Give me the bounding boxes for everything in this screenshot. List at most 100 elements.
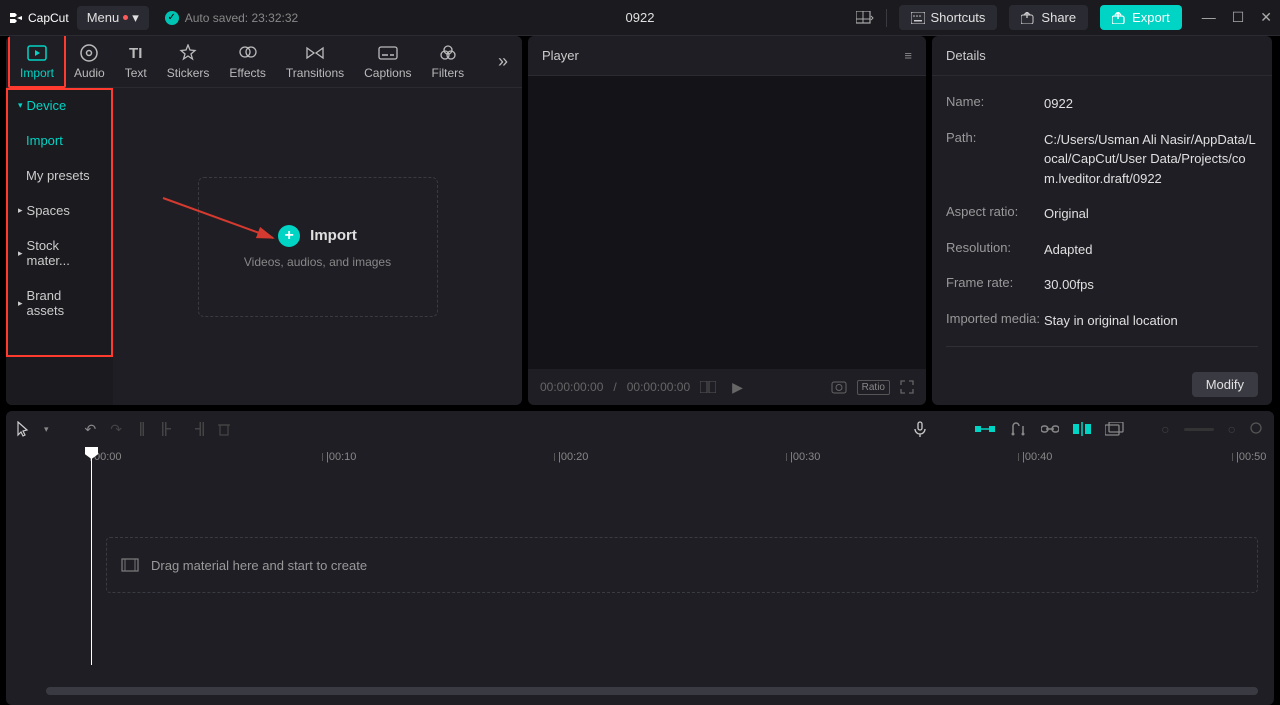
media-tabs: Import Audio TI Text Stickers Effects Tr…: [6, 36, 522, 88]
sidebar-item-presets[interactable]: My presets: [6, 158, 113, 193]
media-body: ▾Device Import My presets ▸Spaces ▸Stock…: [6, 88, 522, 405]
resolution-label: Resolution:: [946, 240, 1044, 260]
sidebar-item-stock[interactable]: ▸Stock mater...: [6, 228, 113, 278]
import-box[interactable]: + Import Videos, audios, and images: [198, 177, 438, 317]
shortcuts-button[interactable]: Shortcuts: [899, 5, 998, 30]
details-body: Name:0922 Path:C:/Users/Usman Ali Nasir/…: [932, 76, 1272, 364]
layout-icon[interactable]: [856, 11, 874, 25]
details-title: Details: [946, 48, 986, 63]
menu-button[interactable]: Menu ▾: [77, 6, 149, 30]
auto-snap-icon[interactable]: [1009, 422, 1027, 436]
audio-icon: [79, 43, 99, 63]
app-logo: CapCut: [8, 10, 69, 26]
share-button[interactable]: Share: [1009, 5, 1088, 30]
tab-audio[interactable]: Audio: [64, 37, 115, 86]
player-title: Player: [542, 48, 579, 63]
tool-dropdown-icon[interactable]: ▾: [44, 424, 49, 435]
timeline-drop-zone[interactable]: Drag material here and start to create: [106, 537, 1258, 593]
media-sidebar: ▾Device Import My presets ▸Spaces ▸Stock…: [6, 88, 113, 405]
delete-left-icon[interactable]: [162, 422, 176, 436]
player-header: Player ≡: [528, 36, 926, 76]
fullscreen-icon[interactable]: [900, 380, 914, 394]
tab-stickers[interactable]: Stickers: [157, 37, 220, 86]
tab-transitions[interactable]: Transitions: [276, 37, 354, 86]
media-panel: Import Audio TI Text Stickers Effects Tr…: [6, 36, 522, 405]
check-icon: ✓: [165, 11, 179, 25]
sidebar-item-spaces[interactable]: ▸Spaces: [6, 193, 113, 228]
sidebar-item-import[interactable]: Import: [6, 123, 113, 158]
timeline-ruler[interactable]: 00:00 |00:10 |00:20 |00:30 |00:40 |00:50: [6, 447, 1274, 469]
tab-import[interactable]: Import: [10, 37, 64, 86]
name-value: 0922: [1044, 94, 1258, 114]
import-label: Import: [310, 227, 357, 244]
ruler-tick: 00:00: [94, 451, 122, 463]
caret-down-icon: ▾: [18, 100, 23, 111]
ratio-button[interactable]: Ratio: [857, 380, 890, 395]
cover-icon[interactable]: [1105, 422, 1125, 436]
tab-text[interactable]: TI Text: [115, 37, 157, 86]
preview-axis-icon[interactable]: [1073, 422, 1091, 436]
zoom-out-icon[interactable]: ○: [1161, 421, 1169, 437]
text-icon: TI: [126, 43, 146, 63]
player-viewport[interactable]: [528, 76, 926, 369]
caret-right-icon: ▸: [18, 205, 23, 216]
import-subtitle: Videos, audios, and images: [244, 255, 391, 269]
path-value: C:/Users/Usman Ali Nasir/AppData/Local/C…: [1044, 130, 1258, 189]
aspect-value: Original: [1044, 204, 1258, 224]
sidebar-item-device[interactable]: ▾Device: [6, 88, 113, 123]
import-icon: [27, 43, 47, 63]
main-track-magnet-icon[interactable]: [975, 423, 995, 435]
window-controls: — ☐ ✕: [1202, 9, 1272, 26]
keyboard-icon: [911, 12, 925, 24]
undo-button[interactable]: ↶: [85, 421, 97, 438]
cursor-tool-icon[interactable]: [16, 421, 30, 437]
player-menu-icon[interactable]: ≡: [904, 48, 912, 63]
titlebar-right: Shortcuts Share Export — ☐ ✕: [856, 5, 1273, 30]
zoom-in-icon[interactable]: ○: [1228, 421, 1236, 437]
transitions-icon: [305, 43, 325, 63]
delete-icon[interactable]: [218, 422, 230, 436]
compare-icon[interactable]: [700, 381, 716, 393]
chevron-down-icon: ▾: [132, 10, 139, 26]
details-panel: Details Name:0922 Path:C:/Users/Usman Al…: [932, 36, 1272, 405]
delete-right-icon[interactable]: [190, 422, 204, 436]
mic-icon[interactable]: [913, 421, 927, 437]
minimize-button[interactable]: —: [1202, 9, 1216, 26]
zoom-fit-icon[interactable]: [1250, 422, 1264, 436]
captions-icon: [378, 43, 398, 63]
zoom-slider[interactable]: [1184, 428, 1214, 431]
tabs-more-button[interactable]: »: [488, 51, 518, 72]
close-button[interactable]: ✕: [1260, 9, 1272, 26]
share-icon: [1021, 12, 1035, 24]
fps-label: Frame rate:: [946, 275, 1044, 295]
split-icon[interactable]: [136, 422, 148, 436]
main-panels: Import Audio TI Text Stickers Effects Tr…: [0, 36, 1280, 405]
export-button[interactable]: Export: [1100, 5, 1182, 30]
tab-effects[interactable]: Effects: [219, 37, 275, 86]
play-button[interactable]: ▶: [732, 379, 743, 396]
player-controls: 00:00:00:00 / 00:00:00:00 ▶ Ratio: [528, 369, 926, 405]
tab-captions[interactable]: Captions: [354, 37, 421, 86]
linkage-icon[interactable]: [1041, 424, 1059, 434]
snapshot-icon[interactable]: [831, 379, 847, 395]
sidebar-item-brand[interactable]: ▸Brand assets: [6, 278, 113, 328]
autosave-status: ✓ Auto saved: 23:32:32: [165, 11, 298, 25]
import-drop-area[interactable]: + Import Videos, audios, and images: [113, 88, 522, 405]
caret-right-icon: ▸: [18, 298, 23, 309]
ruler-tick: |00:50: [1236, 451, 1266, 463]
timeline[interactable]: 00:00 |00:10 |00:20 |00:30 |00:40 |00:50…: [6, 447, 1274, 705]
modify-button[interactable]: Modify: [1192, 372, 1258, 397]
timeline-scrollbar[interactable]: [46, 687, 1258, 695]
tab-filters[interactable]: Filters: [422, 37, 475, 86]
path-label: Path:: [946, 130, 1044, 189]
name-label: Name:: [946, 94, 1044, 114]
filters-icon: [438, 43, 458, 63]
redo-button[interactable]: ↷: [110, 421, 122, 438]
details-footer: Modify: [932, 364, 1272, 405]
separator: [946, 346, 1258, 347]
playhead[interactable]: [91, 447, 92, 665]
ruler-tick: |00:30: [790, 451, 820, 463]
titlebar: CapCut Menu ▾ ✓ Auto saved: 23:32:32 092…: [0, 0, 1280, 36]
plus-icon: +: [278, 225, 300, 247]
maximize-button[interactable]: ☐: [1232, 9, 1245, 26]
